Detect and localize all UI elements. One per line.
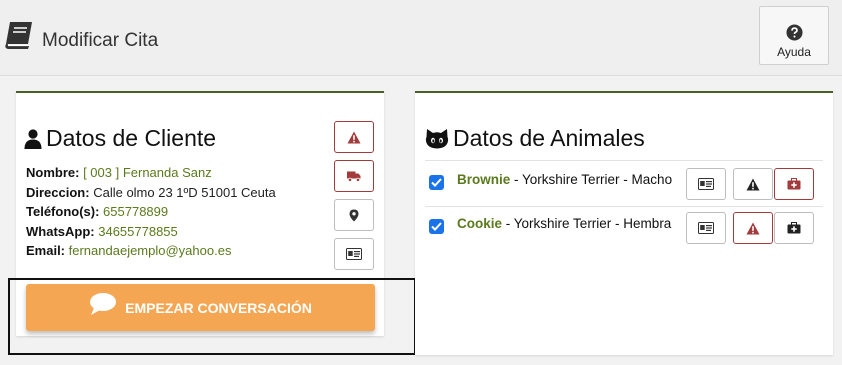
animal-warning-button[interactable] <box>733 212 773 244</box>
animal-checkbox[interactable] <box>429 219 444 234</box>
animal-row: Brownie - Yorkshire Terrier - Macho <box>425 164 823 206</box>
field-label: Direccion: <box>26 184 90 200</box>
field-label: Nombre: <box>26 165 80 180</box>
animal-idcard-button[interactable] <box>686 168 726 200</box>
client-location-button[interactable] <box>334 199 374 231</box>
animal-row: Cookie - Yorkshire Terrier - Hembra <box>425 208 823 250</box>
medkit-icon <box>787 222 801 234</box>
client-info: Nombre: [ 003 ] Fernanda Sanz Direccion:… <box>26 163 276 261</box>
animals-panel: Datos de Animales Brownie - Yorkshire Te… <box>415 91 833 355</box>
field-label: Email: <box>26 243 66 258</box>
app-header: Modificar Cita Ayuda <box>0 0 842 76</box>
id-card-icon <box>698 178 714 190</box>
client-whatsapp-value[interactable]: 34655778855 <box>98 224 178 239</box>
animal-medical-button[interactable] <box>774 212 814 244</box>
client-warning-button[interactable] <box>334 121 374 153</box>
medkit-icon <box>787 178 801 190</box>
warning-icon <box>746 178 760 190</box>
client-transport-button[interactable] <box>334 160 374 192</box>
location-pin-icon <box>349 209 359 221</box>
id-card-icon <box>698 222 714 234</box>
client-email-value[interactable]: fernandaejemplo@yahoo.es <box>69 243 232 258</box>
question-circle-icon <box>785 24 803 41</box>
client-phone-row: Teléfono(s): 655778899 <box>26 202 276 222</box>
client-name-value[interactable]: [ 003 ] Fernanda Sanz <box>83 165 212 180</box>
animals-panel-title: Datos de Animales <box>425 125 645 152</box>
row-divider <box>425 160 823 161</box>
warning-icon <box>746 222 760 234</box>
animal-idcard-button[interactable] <box>686 212 726 244</box>
github-cat-icon <box>425 128 449 148</box>
book-icon <box>5 22 32 49</box>
client-email-row: Email: fernandaejemplo@yahoo.es <box>26 241 276 261</box>
row-divider <box>425 206 823 207</box>
truck-icon <box>347 171 361 182</box>
warning-icon <box>347 131 361 143</box>
client-address-row: Direccion: Calle olmo 23 1ºD 51001 Ceuta <box>26 183 276 203</box>
user-icon <box>24 128 42 149</box>
client-idcard-button[interactable] <box>334 238 374 270</box>
client-title-text: Datos de Cliente <box>46 125 217 151</box>
animal-checkbox[interactable] <box>429 175 444 190</box>
animal-description: Brownie - Yorkshire Terrier - Macho <box>457 172 672 187</box>
field-label: WhatsApp: <box>26 223 95 239</box>
animal-description: Cookie - Yorkshire Terrier - Hembra <box>457 216 671 231</box>
field-label: Teléfono(s): <box>26 204 100 219</box>
help-label: Ayuda <box>777 45 811 59</box>
animals-title-text: Datos de Animales <box>453 125 645 151</box>
client-name-row: Nombre: [ 003 ] Fernanda Sanz <box>26 163 276 183</box>
client-panel-title: Datos de Cliente <box>24 125 216 152</box>
selection-highlight <box>8 278 416 355</box>
client-whatsapp-row: WhatsApp: 34655778855 <box>26 222 276 242</box>
client-phone-value[interactable]: 655778899 <box>103 204 168 219</box>
animal-name[interactable]: Brownie <box>457 172 510 187</box>
checkmark-icon <box>431 178 442 187</box>
animal-medical-button[interactable] <box>774 168 814 200</box>
page-title: Modificar Cita <box>42 30 159 51</box>
animal-details: - Yorkshire Terrier - Hembra <box>502 216 672 231</box>
animal-name[interactable]: Cookie <box>457 216 502 231</box>
id-card-icon <box>346 248 362 260</box>
animal-warning-button[interactable] <box>733 168 773 200</box>
checkmark-icon <box>431 222 442 231</box>
help-button[interactable]: Ayuda <box>759 6 829 65</box>
animal-details: - Yorkshire Terrier - Macho <box>510 172 673 187</box>
client-address-value: Calle olmo 23 1ºD 51001 Ceuta <box>93 184 276 200</box>
